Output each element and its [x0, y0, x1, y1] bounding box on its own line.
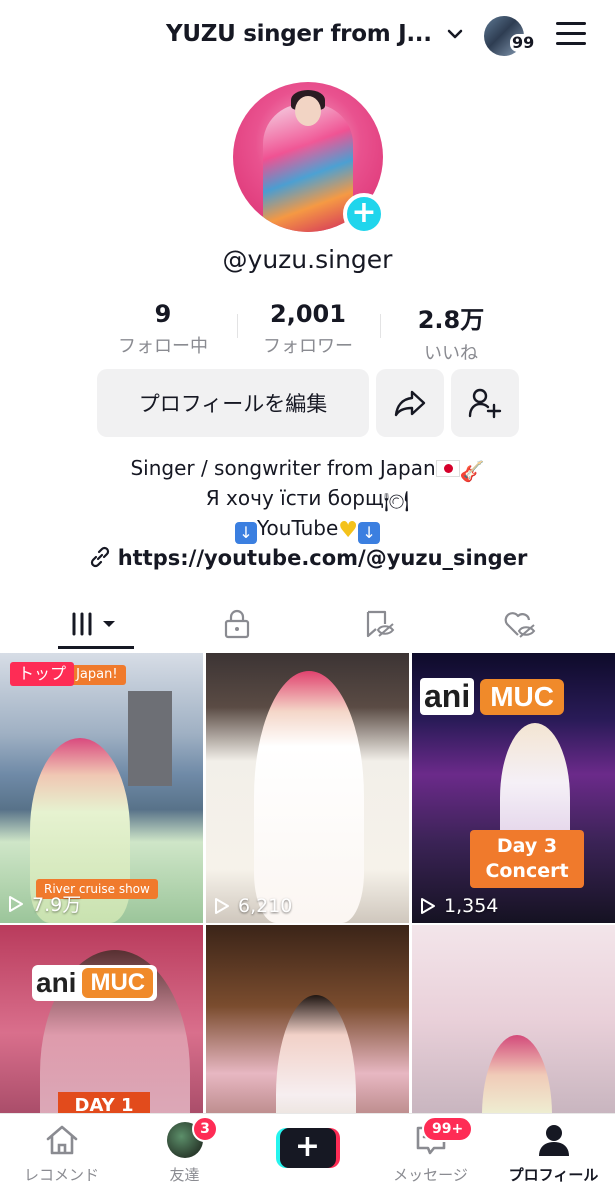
video-overlay-label: Day 3 Concert — [470, 830, 584, 888]
followers-stat[interactable]: 2,001 フォロワー — [233, 300, 383, 358]
tab-videos[interactable] — [21, 596, 171, 651]
bio-line-2: Я хочу їсти борщ — [205, 486, 384, 510]
following-label: フォロー中 — [118, 336, 208, 357]
tab-liked[interactable] — [445, 596, 595, 651]
nav-create[interactable]: + — [246, 1122, 369, 1197]
profile-title: YUZU singer from J... — [166, 21, 432, 47]
likes-label: いいね — [424, 343, 478, 364]
grid-icon — [70, 612, 115, 635]
yellow-heart-icon: ♥ — [338, 518, 359, 543]
content-tabs — [0, 596, 615, 651]
view-count-text: 7.9万 — [32, 894, 82, 916]
lock-icon — [224, 609, 250, 638]
pinned-badge: トップ — [10, 662, 75, 686]
profile-icon — [538, 1125, 569, 1156]
top-bar: YUZU singer from J... 99 — [0, 0, 615, 70]
active-tab-indicator — [58, 646, 134, 649]
down-arrow-icon: ↓ — [358, 522, 381, 544]
bio-line-3: YouTube — [256, 516, 339, 540]
friends-badge: 3 — [192, 1116, 218, 1142]
home-icon — [46, 1125, 77, 1155]
edit-profile-button[interactable]: プロフィールを編集 — [97, 369, 369, 437]
view-count-text: 6,210 — [238, 895, 293, 917]
logo-ani-text: ani — [36, 967, 77, 998]
messages-badge: 99+ — [422, 1116, 474, 1142]
nav-label: レコメンド — [23, 1166, 99, 1184]
video-thumbnail-detail — [128, 691, 172, 786]
overlay-line-1: Day 3 — [496, 835, 558, 857]
view-count: 6,210 — [214, 895, 292, 917]
video-thumbnail — [482, 1035, 552, 1113]
following-stat[interactable]: 9 フォロー中 — [88, 300, 238, 358]
followers-count: 2,001 — [270, 300, 346, 328]
video-tile[interactable]: o in Japan! トップ River cruise show 7.9万 — [0, 653, 203, 923]
create-icon: + — [275, 1128, 340, 1168]
menu-icon[interactable] — [556, 22, 586, 48]
view-count-text: 1,354 — [444, 895, 499, 917]
video-tile[interactable] — [0, 925, 203, 1113]
add-user-icon — [468, 388, 502, 419]
share-profile-button[interactable] — [376, 369, 444, 437]
view-count: 7.9万 — [8, 890, 81, 917]
nav-recommend[interactable]: レコメンド — [0, 1122, 123, 1197]
logo-ani-text: ani — [420, 678, 475, 715]
profile-link[interactable]: https://youtube.com/@yuzu_singer — [0, 545, 615, 570]
bio-line: Я хочу їсти борщ🍽 — [0, 485, 615, 515]
hidden-repost-icon — [366, 610, 395, 637]
profile-link-text: https://youtube.com/@yuzu_singer — [117, 546, 528, 570]
animuc-logo: ani MUC — [420, 678, 564, 715]
nav-label: プロフィール — [508, 1166, 599, 1184]
video-thumbnail — [254, 671, 364, 923]
nav-label: 友達 — [169, 1166, 200, 1184]
video-thumbnail — [276, 995, 356, 1113]
tab-private[interactable] — [162, 596, 312, 651]
play-icon — [9, 895, 23, 912]
notification-count: 99 — [510, 33, 537, 52]
bio-line: Singer / songwriter from Japan 🎸 — [0, 455, 615, 485]
chevron-down-icon — [447, 29, 462, 39]
username: @yuzu.singer — [222, 245, 393, 274]
share-icon — [394, 390, 426, 417]
plate-icon: 🍽 — [383, 489, 410, 513]
japan-flag-icon — [435, 460, 460, 477]
down-arrow-icon: ↓ — [234, 522, 257, 544]
profile-actions: プロフィールを編集 — [0, 369, 615, 437]
logo-muc-text: MUC — [480, 678, 564, 715]
video-tile[interactable] — [412, 925, 615, 1113]
logo-muc-text: MUC — [82, 968, 154, 998]
video-tile[interactable] — [206, 925, 409, 1113]
bottom-nav: レコメンド 友達 3 + メッセージ 99+ プロフィール — [0, 1113, 615, 1200]
nav-friends[interactable]: 友達 — [123, 1122, 246, 1197]
overlay-line-2: Concert — [485, 860, 569, 882]
followers-label: フォロワー — [263, 336, 353, 357]
profile-stats: 9 フォロー中 2,001 フォロワー 2.8万 いいね — [0, 300, 615, 364]
following-count: 9 — [154, 300, 172, 328]
nav-label: メッセージ — [393, 1166, 468, 1184]
tab-reposts[interactable] — [305, 596, 455, 651]
guitar-icon: 🎸 — [459, 459, 485, 483]
bio: Singer / songwriter from Japan 🎸 Я хочу ї… — [0, 455, 615, 544]
add-story-button[interactable]: + — [343, 193, 385, 235]
add-friend-button[interactable] — [451, 369, 519, 437]
account-switcher[interactable]: YUZU singer from J... — [166, 14, 464, 54]
video-tile[interactable]: 6,210 — [206, 653, 409, 923]
bio-line: ↓ YouTube♥ ↓ — [0, 515, 615, 544]
animuc-logo: ani MUC — [32, 965, 158, 1001]
bio-line-1: Singer / songwriter from Japan — [130, 456, 436, 480]
likes-count: 2.8万 — [417, 306, 485, 334]
likes-stat[interactable]: 2.8万 いいね — [376, 300, 526, 365]
nav-profile[interactable]: プロフィール — [492, 1122, 615, 1197]
view-count: 1,354 — [420, 895, 498, 917]
hidden-like-icon — [504, 611, 536, 638]
play-icon — [421, 898, 435, 914]
play-icon — [215, 898, 229, 914]
link-icon — [90, 546, 109, 568]
